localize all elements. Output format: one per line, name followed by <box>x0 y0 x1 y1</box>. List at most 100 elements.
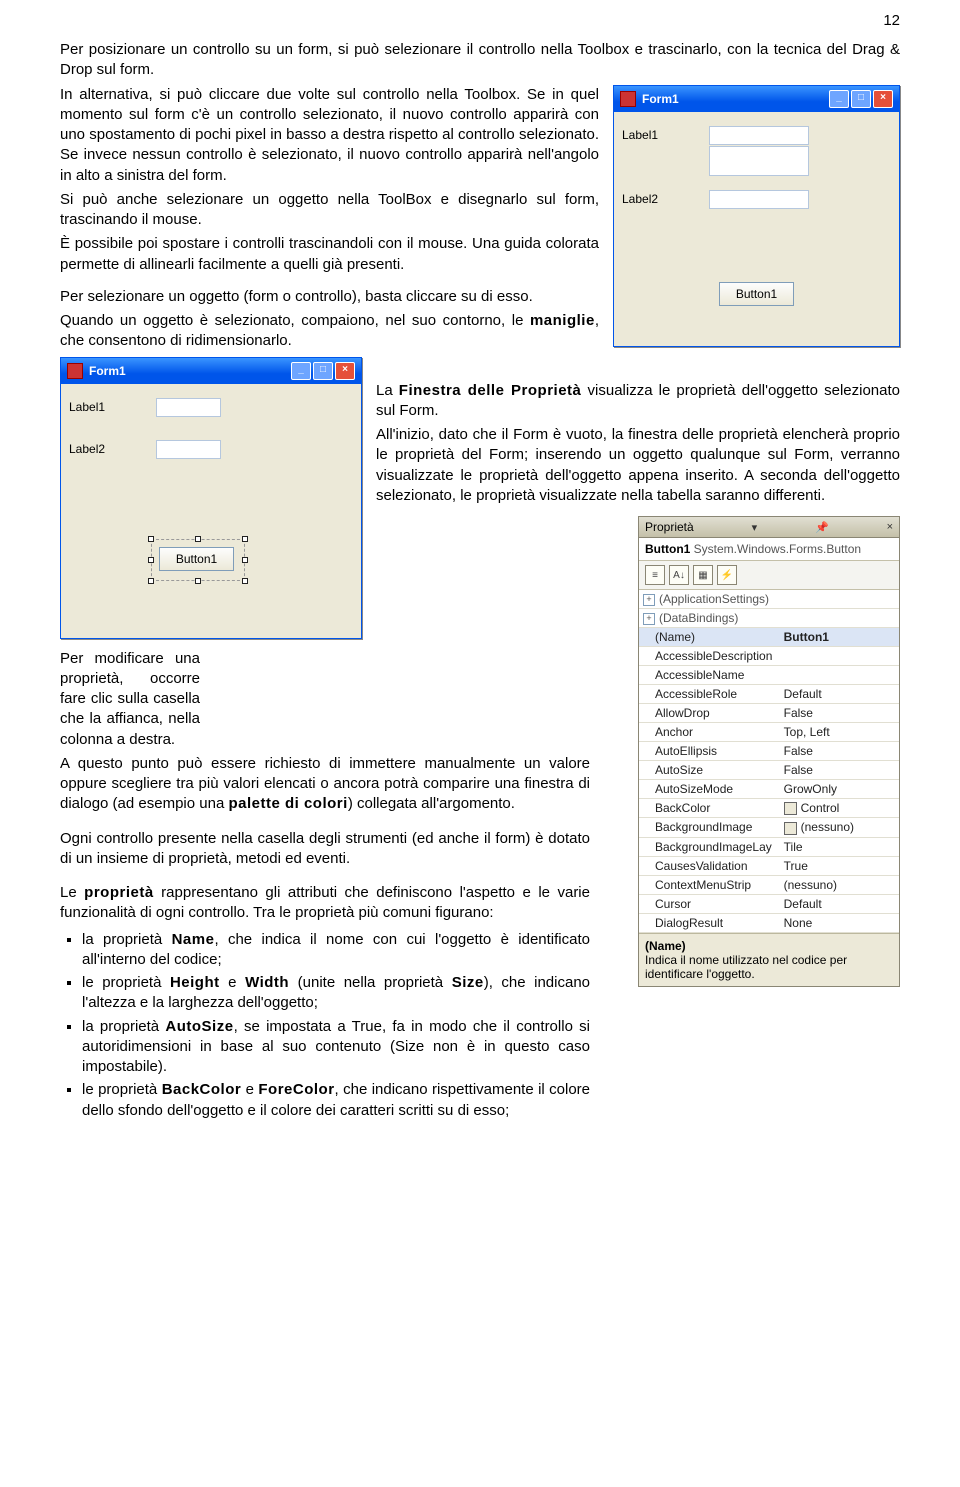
list-item: la proprietà AutoSize, se impostata a Tr… <box>82 1017 590 1078</box>
paragraph-11: Ogni controllo presente nella casella de… <box>60 829 590 870</box>
property-value[interactable]: Default <box>780 895 899 913</box>
property-row[interactable]: CausesValidation True <box>639 857 899 876</box>
form-textbox2[interactable] <box>709 190 809 209</box>
form2-button1[interactable]: Button1 <box>159 547 234 571</box>
property-row[interactable]: BackgroundImage (nessuno) <box>639 818 899 837</box>
maximize-icon-2[interactable]: □ <box>313 362 333 380</box>
list-item: le proprietà BackColor e ForeColor, che … <box>82 1080 590 1121</box>
expand-icon[interactable]: + <box>643 594 655 606</box>
property-row[interactable]: ContextMenuStrip (nessuno) <box>639 876 899 895</box>
property-value[interactable]: False <box>780 742 899 760</box>
pin-icon[interactable]: 📌 <box>815 521 829 534</box>
color-swatch-icon <box>784 802 797 815</box>
paragraph-12: Le proprietà rappresentano gli attributi… <box>60 883 590 924</box>
form-textbox-multiline[interactable] <box>709 146 809 176</box>
property-name: Anchor <box>655 725 693 739</box>
close-icon[interactable]: × <box>873 90 893 108</box>
properties-panel: Proprietà ▾ 📌 × Button1 System.Windows.F… <box>638 516 900 987</box>
property-name: AccessibleName <box>655 668 744 682</box>
property-row[interactable]: AllowDrop False <box>639 704 899 723</box>
property-name: DialogResult <box>655 916 723 930</box>
dropdown-icon[interactable]: ▾ <box>752 521 758 534</box>
property-value[interactable]: Top, Left <box>780 723 899 741</box>
property-name: (ApplicationSettings) <box>659 592 769 606</box>
property-name: (DataBindings) <box>659 611 738 625</box>
property-value[interactable] <box>774 609 899 627</box>
property-value[interactable]: GrowOnly <box>780 780 899 798</box>
property-value[interactable]: Button1 <box>780 628 899 646</box>
property-name: ContextMenuStrip <box>655 878 751 892</box>
property-value[interactable]: (nessuno) <box>780 818 899 836</box>
events-tab-icon[interactable]: ⚡ <box>717 565 737 585</box>
properties-titlebar[interactable]: Proprietà ▾ 📌 × <box>639 517 899 538</box>
property-row[interactable]: BackColor Control <box>639 799 899 818</box>
property-name: AccessibleDescription <box>655 649 772 663</box>
property-value[interactable]: Tile <box>780 838 899 856</box>
form2-textbox2[interactable] <box>156 440 221 459</box>
property-value[interactable] <box>780 647 899 665</box>
property-name: BackgroundImageLay <box>655 840 772 854</box>
property-row[interactable]: AccessibleName <box>639 666 899 685</box>
property-name: BackColor <box>655 801 710 815</box>
app-icon <box>620 91 636 107</box>
property-row[interactable]: Anchor Top, Left <box>639 723 899 742</box>
form2-textbox1[interactable] <box>156 398 221 417</box>
property-value[interactable]: None <box>780 914 899 932</box>
property-value[interactable]: False <box>780 761 899 779</box>
property-name: AutoEllipsis <box>655 744 717 758</box>
expand-icon[interactable]: + <box>643 613 655 625</box>
window-titlebar[interactable]: Form1 _ □ × <box>614 86 899 112</box>
property-name: AllowDrop <box>655 706 710 720</box>
minimize-icon[interactable]: _ <box>829 90 849 108</box>
properties-subtitle[interactable]: Button1 System.Windows.Forms.Button <box>639 538 899 561</box>
property-name: AutoSizeMode <box>655 782 733 796</box>
property-name: AutoSize <box>655 763 703 777</box>
property-value[interactable]: True <box>780 857 899 875</box>
close-icon-2[interactable]: × <box>335 362 355 380</box>
property-row[interactable]: AccessibleDescription <box>639 647 899 666</box>
properties-title: Proprietà <box>645 520 694 534</box>
property-row[interactable]: + (ApplicationSettings) <box>639 590 899 609</box>
property-value[interactable]: Control <box>780 799 899 817</box>
app-icon-2 <box>67 363 83 379</box>
property-name: BackgroundImage <box>655 820 752 834</box>
color-swatch-icon <box>784 822 797 835</box>
window-titlebar-2[interactable]: Form1 _ □ × <box>61 358 361 384</box>
property-row[interactable]: + (DataBindings) <box>639 609 899 628</box>
form-label2: Label2 <box>622 192 658 206</box>
form2-label1: Label1 <box>69 400 105 414</box>
property-value[interactable]: Default <box>780 685 899 703</box>
property-value[interactable] <box>774 590 899 608</box>
property-row[interactable]: CursorDefault <box>639 895 899 914</box>
close-panel-icon[interactable]: × <box>887 521 893 533</box>
property-row[interactable]: (Name) Button1 <box>639 628 899 647</box>
categorized-icon[interactable]: ≡ <box>645 565 665 585</box>
page-number: 12 <box>883 12 900 29</box>
list-item: le proprietà Height e Width (unite nella… <box>82 973 590 1014</box>
property-value[interactable]: (nessuno) <box>780 876 899 894</box>
properties-toolbar: ≡ A↓ ▦ ⚡ <box>639 561 899 590</box>
window-title-2: Form1 <box>89 364 126 378</box>
property-name: (Name) <box>655 630 695 644</box>
form-button1[interactable]: Button1 <box>719 282 794 306</box>
property-row[interactable]: BackgroundImageLay Tile <box>639 838 899 857</box>
property-value[interactable]: False <box>780 704 899 722</box>
property-row[interactable]: AutoEllipsis False <box>639 742 899 761</box>
form2-label2: Label2 <box>69 442 105 456</box>
maximize-icon[interactable]: □ <box>851 90 871 108</box>
property-name: CausesValidation <box>655 859 748 873</box>
properties-grid[interactable]: + (ApplicationSettings) + (DataBindings) (Na… <box>639 590 899 933</box>
figure-form1-right: Form1 _ □ × Label1 Label2 Button1 <box>613 85 900 347</box>
properties-list: la proprietà Name, che indica il nome co… <box>82 930 590 1121</box>
list-item: la proprietà Name, che indica il nome co… <box>82 930 590 971</box>
property-row[interactable]: DialogResult None <box>639 914 899 933</box>
property-row[interactable]: AutoSize False <box>639 761 899 780</box>
property-value[interactable] <box>780 666 899 684</box>
form-textbox1[interactable] <box>709 126 809 145</box>
property-name: AccessibleRole <box>655 687 737 701</box>
properties-tab-icon[interactable]: ▦ <box>693 565 713 585</box>
alphabetical-icon[interactable]: A↓ <box>669 565 689 585</box>
minimize-icon-2[interactable]: _ <box>291 362 311 380</box>
property-row[interactable]: AccessibleRole Default <box>639 685 899 704</box>
property-row[interactable]: AutoSizeMode GrowOnly <box>639 780 899 799</box>
